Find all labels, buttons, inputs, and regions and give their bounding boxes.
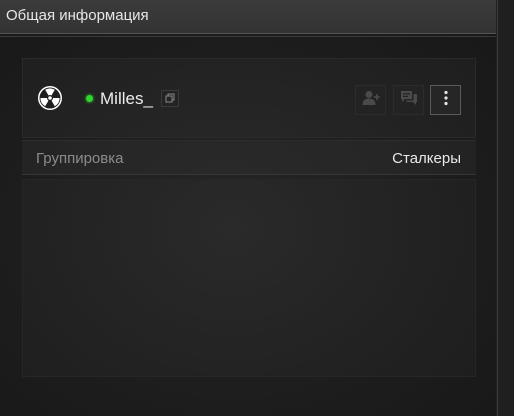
add-friend-button[interactable] <box>355 85 386 115</box>
group-row: Группировка Сталкеры <box>22 141 476 175</box>
send-message-button[interactable] <box>393 85 424 115</box>
player-card: Milles_ <box>22 58 476 138</box>
scroll-track[interactable] <box>496 0 514 416</box>
header-divider <box>0 36 496 37</box>
panel-border <box>497 0 498 416</box>
chat-icon <box>400 90 418 111</box>
username: Milles_ <box>100 89 153 108</box>
group-value: Сталкеры <box>392 150 461 167</box>
section-title: Общая информация <box>6 7 149 24</box>
radiation-icon <box>37 85 63 111</box>
info-content-panel <box>22 179 476 377</box>
copy-username-button[interactable] <box>161 90 179 107</box>
section-header: Общая информация <box>0 0 496 34</box>
copy-icon <box>165 90 175 108</box>
add-friend-icon <box>362 90 380 111</box>
group-label: Группировка <box>36 150 124 167</box>
online-status-indicator <box>86 95 93 102</box>
profile-window: Общая информация Milles_ Группировка Ста… <box>0 0 514 416</box>
more-vertical-icon <box>443 90 448 111</box>
more-options-button[interactable] <box>430 85 461 115</box>
